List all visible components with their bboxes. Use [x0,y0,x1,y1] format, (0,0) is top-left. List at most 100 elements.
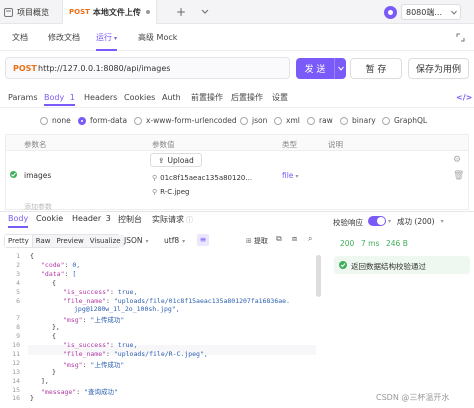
radio-xml[interactable]: xml [274,116,300,125]
radio-json[interactable]: json [240,116,267,125]
delete-icon[interactable]: 🗑 [453,171,464,181]
radio-form-data[interactable]: form-data [78,116,127,125]
env-select[interactable]: 8080端... [401,4,461,20]
code-line: { [52,278,56,287]
extract-button[interactable]: ⊞ 提取 [246,236,268,246]
subtab-edit-docs[interactable]: 修改文档 [48,25,80,51]
tab-project-overview[interactable]: 项目概览 [4,0,49,24]
code-line: } [30,394,34,403]
more-tabs-icon[interactable] [200,0,210,24]
expand-icon[interactable] [456,25,465,51]
radio-graphql[interactable]: GraphQL [382,116,427,125]
line-number: 2 [16,260,20,269]
extract-icon: ⊞ [246,237,252,245]
radio-urlencoded[interactable]: x-www-form-urlencoded [134,116,237,125]
code-line: "msg": "上传成功" [63,316,125,325]
subtab-advanced-mock[interactable]: 高级 Mock [138,25,177,51]
tab-body[interactable]: Body 1 [44,90,75,106]
env-icon [384,0,397,24]
pretty-button[interactable]: Pretty [5,235,33,247]
raw-button[interactable]: Raw [32,235,54,247]
tab-post-actions[interactable]: 后置操作 [231,90,263,106]
watermark: CSDN @三杯温开水 [376,393,450,402]
url-input[interactable]: http://127.0.0.1:8080/api/images [38,64,170,73]
col-type-header: 类型 [282,140,297,149]
send-button[interactable]: 发 送 [296,58,346,79]
encoding-select[interactable]: utf8 ▾ [164,236,185,245]
resp-tab-header[interactable]: Header 3 [72,214,111,223]
link-icon: ⚲ [152,174,158,182]
tab-params[interactable]: Params [8,90,38,106]
tab-cookies[interactable]: Cookies [124,90,155,106]
save-response-icon[interactable]: ⧈ [292,234,297,244]
save-button[interactable]: 暂 存 [350,58,402,79]
upload-button[interactable]: ⇪ Upload [150,153,202,167]
code-line: ], [41,376,49,385]
header-count-badge: 3 [105,214,111,223]
radio-raw[interactable]: raw [307,116,333,125]
chevron-down-icon: ▾ [182,238,186,245]
code-line: "is_success": true, [63,341,138,349]
radio-binary[interactable]: binary [340,116,376,125]
col-desc-header: 说明 [328,140,343,149]
code-line: "code": 0, [41,260,81,269]
method-select[interactable]: POST [13,64,37,73]
line-number: 9 [16,332,20,341]
status-code: 200 [340,239,355,248]
tab-settings[interactable]: 设置 [272,90,288,106]
line-number: 8 [16,323,20,332]
param-type-select[interactable]: file ▾ [282,171,298,180]
wrap-icon[interactable]: ≡ [197,234,209,246]
save-as-case-button[interactable]: 保存为用例 [408,58,469,79]
response-time: 7 ms [361,239,380,248]
code-line: "message": "查询成功" [41,387,118,396]
file-item: ⚲ R-C.jpeg [152,188,190,196]
response-size: 246 B [386,239,408,248]
upload-icon: ⇪ [158,155,165,165]
line-number: 6 [16,296,20,305]
tab-headers[interactable]: Headers [84,90,117,106]
resp-tab-actual-request[interactable]: 实际请求 ⓘ [152,214,193,225]
subtab-docs[interactable]: 文档 [12,25,28,51]
copy-icon[interactable]: ⧉ [276,234,282,244]
table-header: 参数名 参数值 类型 说明 [6,135,468,151]
visualize-button[interactable]: Visualize [86,235,124,247]
file-item: ⚲ 01c8f15aeac135a80120... [152,174,253,182]
code-line: "is_success": true, [63,287,138,296]
code-line: }, [52,323,60,332]
success-check-icon [339,261,347,269]
validation-message: 返回数据结构校验通过 [334,256,470,274]
line-number: 12 [12,358,20,367]
enabled-check-icon[interactable] [10,171,17,178]
resp-tab-cookie[interactable]: Cookie [36,214,63,223]
tab-auth[interactable]: Auth [162,90,181,106]
tab-label: 项目概览 [17,7,49,17]
tab-local-upload[interactable]: POST 本地文件上传 [62,0,157,24]
new-tab-button[interactable]: + [176,0,186,24]
format-segmented: Pretty Raw Preview Visualize [4,234,124,248]
line-number: 4 [16,278,20,287]
resp-tab-body[interactable]: Body [8,214,29,228]
settings-icon[interactable]: ⚙ [453,155,461,165]
info-icon: ⓘ [186,216,193,224]
code-line: "file_name": "uploads/file/R-C.jpeg", [63,349,208,358]
tab-pre-actions[interactable]: 前置操作 [191,90,223,106]
validate-toggle[interactable] [368,216,386,226]
resp-tab-console[interactable]: 控制台 [118,214,142,225]
line-number: 3 [16,269,20,278]
chevron-down-icon: ▾ [145,238,149,245]
subtab-run[interactable]: 运行 ▾ [96,25,118,51]
radio-none[interactable]: none [40,116,71,125]
send-dropdown-icon[interactable] [334,58,346,79]
preview-button[interactable]: Preview [53,235,87,247]
param-name[interactable]: images [24,171,51,180]
scrollbar[interactable] [316,255,321,297]
format-select[interactable]: JSON ▾ [124,236,149,245]
search-icon[interactable]: ⌕ [308,234,312,244]
view-subbar: 文档 修改文档 运行 ▾ 高级 Mock [0,25,474,51]
validate-result-select[interactable]: ▾ 成功 (200) ▾ [388,216,444,227]
col-value-header: 参数值 [152,140,175,149]
line-number: 1 [16,252,20,260]
top-tab-bar: 项目概览 POST 本地文件上传 + 8080端... [0,0,474,24]
code-icon[interactable]: </> [456,90,472,106]
